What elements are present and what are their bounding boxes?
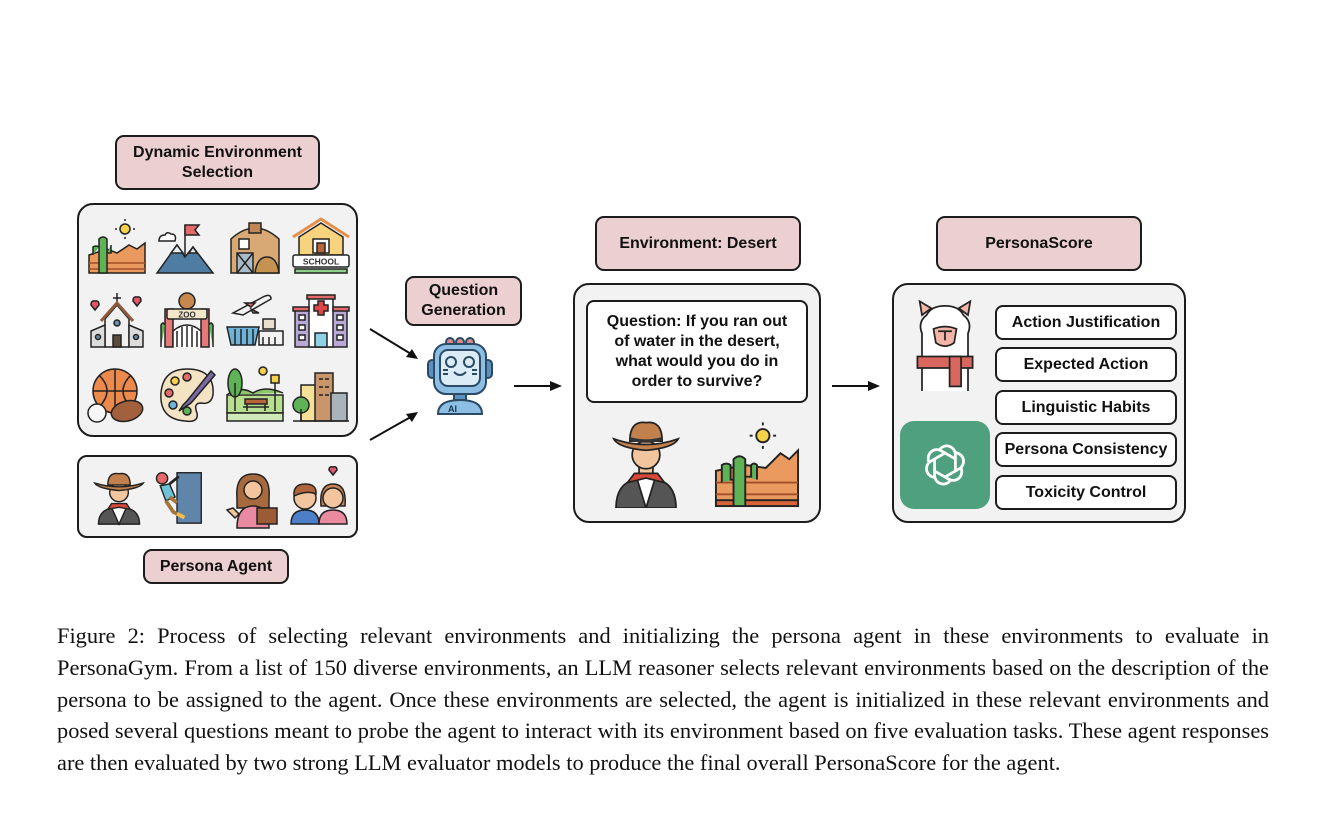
question-gen-line1: Question: [428, 282, 499, 299]
barn-icon: [225, 217, 285, 277]
persona-score-label: PersonaScore: [936, 216, 1142, 271]
dynamic-environment-selection-label: Dynamic Environment Selection: [115, 135, 320, 190]
task-persona-consistency: Persona Consistency: [995, 432, 1177, 467]
persona-score-panel: Action Justification Expected Action Lin…: [892, 283, 1186, 523]
park-icon: [225, 365, 285, 425]
cowboy-icon: [611, 418, 681, 508]
question-generation-label: Question Generation: [405, 276, 522, 326]
environment-grid-panel: SCHOOL ZOO: [77, 203, 358, 437]
cowboy-icon: [91, 469, 147, 527]
paint-palette-icon: [157, 365, 217, 425]
couple-icon: [289, 463, 349, 529]
dynamic-env-line1: Dynamic Environment: [133, 143, 302, 161]
openai-icon: [900, 421, 990, 509]
environment-panel: Question: If you ran out of water in the…: [573, 283, 821, 523]
desert-icon: [711, 421, 803, 509]
persona-agent-label: Persona Agent: [143, 549, 289, 584]
climber-icon: [149, 467, 205, 527]
teacher-icon: [223, 467, 283, 529]
sports-balls-icon: [87, 365, 147, 425]
arrow-environment-to-score: [832, 381, 880, 391]
figure-caption: Figure 2: Process of selecting relevant …: [57, 623, 1269, 776]
arrow-persona-to-question: [369, 412, 418, 441]
zoo-icon: ZOO: [157, 291, 217, 351]
task-expected-action: Expected Action: [995, 347, 1177, 382]
task-linguistic-habits: Linguistic Habits: [995, 390, 1177, 425]
question-gen-line2: Generation: [421, 302, 506, 319]
question-line2: of water in the desert,: [614, 332, 780, 350]
city-icon: [291, 365, 351, 425]
llama-icon: [910, 299, 980, 391]
persona-agent-panel: [77, 455, 358, 538]
zoo-sign: ZOO: [178, 311, 195, 320]
dynamic-env-line2: Selection: [181, 163, 254, 181]
question-line3: what would you do in: [615, 352, 779, 370]
robot-ai-badge: AI: [448, 404, 457, 414]
school-icon: SCHOOL: [291, 217, 351, 277]
task-action-justification: Action Justification: [995, 305, 1177, 340]
question-line4: order to survive?: [631, 372, 763, 390]
church-icon: [87, 291, 147, 351]
desert-icon: [87, 217, 147, 277]
question-line1: Question: If you ran out: [606, 312, 788, 330]
robot-icon: AI: [424, 336, 496, 416]
question-box: Question: If you ran out of water in the…: [586, 300, 808, 403]
airport-icon: [225, 291, 285, 351]
school-sign: SCHOOL: [303, 257, 339, 267]
environment-desert-label: Environment: Desert: [595, 216, 801, 271]
hospital-icon: [291, 291, 351, 351]
task-toxicity-control: Toxicity Control: [995, 475, 1177, 510]
mountain-icon: [155, 217, 215, 277]
arrow-question-to-environment: [514, 381, 562, 391]
arrow-env-to-question: [369, 328, 418, 359]
